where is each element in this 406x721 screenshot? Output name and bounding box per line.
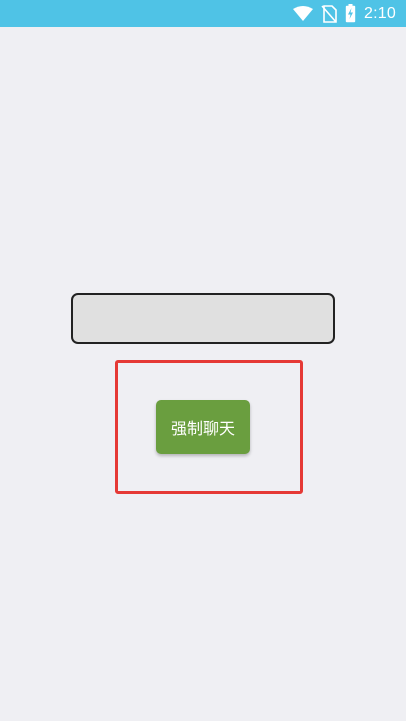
wifi-icon <box>293 5 314 22</box>
status-time: 2:10 <box>364 4 396 22</box>
no-sim-icon <box>321 4 337 23</box>
force-chat-button[interactable]: 强制聊天 <box>156 400 250 454</box>
battery-charging-icon <box>345 4 356 23</box>
status-icons: 2:10 <box>293 0 396 27</box>
text-input-field[interactable] <box>71 293 335 344</box>
status-bar: 2:10 <box>0 0 406 27</box>
